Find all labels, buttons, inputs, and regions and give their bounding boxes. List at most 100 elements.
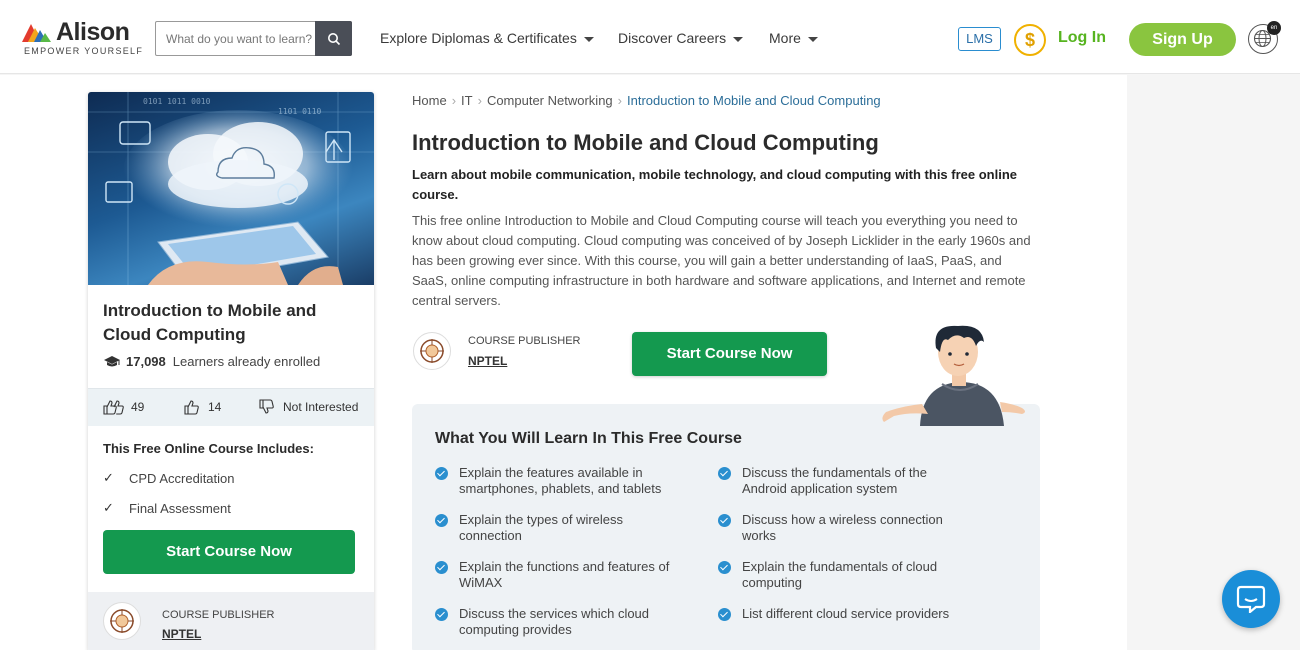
- cloud-computing-illustration: 0101 1011 0010 1101 0110: [88, 92, 374, 285]
- search-button[interactable]: [315, 21, 352, 56]
- check-circle-icon: [435, 608, 448, 621]
- nav-explore-diplomas-label: Explore Diplomas & Certificates: [380, 30, 577, 46]
- learning-outcome-item: Explain the features available in smartp…: [435, 465, 685, 497]
- learning-outcome-text: Explain the functions and features of Wi…: [459, 559, 670, 590]
- chat-bubble-icon: [1236, 585, 1266, 613]
- nav-explore-diplomas[interactable]: Explore Diplomas & Certificates: [380, 30, 594, 46]
- check-circle-icon: [435, 514, 448, 527]
- enrolled-number: 17,098: [126, 354, 166, 369]
- signup-button[interactable]: Sign Up: [1129, 23, 1236, 56]
- like-count: 14: [208, 400, 222, 414]
- chevron-down-icon: [583, 36, 594, 42]
- nav-discover-careers[interactable]: Discover Careers: [618, 30, 744, 46]
- alison-logo-icon: [22, 24, 51, 42]
- publisher-label: COURSE PUBLISHER: [468, 335, 581, 347]
- enrolled-count: 17,098 Learners already enrolled: [103, 354, 320, 369]
- start-course-button[interactable]: Start Course Now: [632, 332, 827, 376]
- nptel-logo[interactable]: [413, 332, 451, 370]
- learning-outcome-item: Explain the types of wireless connection: [435, 512, 685, 544]
- breadcrumb-chevron-icon: ›: [617, 93, 622, 108]
- breadcrumb-chevron-icon: ›: [451, 93, 457, 108]
- like-button[interactable]: 14: [184, 399, 221, 415]
- learning-outcomes-title: What You Will Learn In This Free Course: [435, 430, 742, 447]
- card-publisher-name[interactable]: NPTEL: [162, 627, 201, 641]
- graduation-cap-icon: [104, 355, 120, 366]
- course-card: 0101 1011 0010 1101 0110 Introduction to…: [88, 92, 374, 650]
- lms-button[interactable]: LMS: [958, 27, 1001, 51]
- nptel-emblem-icon: [420, 339, 444, 363]
- check-circle-icon: [435, 561, 448, 574]
- logo-tagline: EMPOWER YOURSELF: [24, 46, 144, 56]
- learning-outcome-text: Discuss the services which cloud computi…: [459, 606, 650, 637]
- include-item: ✓ CPD Accreditation: [103, 470, 235, 486]
- breadcrumb-home[interactable]: Home: [412, 93, 447, 108]
- learning-outcome-item: Discuss the fundamentals of the Android …: [718, 465, 968, 497]
- includes-heading: This Free Online Course Includes:: [103, 441, 314, 456]
- checkmark-icon: ✓: [103, 500, 114, 515]
- course-description: This free online Introduction to Mobile …: [412, 213, 1031, 308]
- enrolled-label: Learners already enrolled: [172, 354, 321, 369]
- course-hero-image: 0101 1011 0010 1101 0110: [88, 92, 374, 285]
- login-link[interactable]: Log In: [1058, 29, 1106, 47]
- svg-text:0101 1011 0010: 0101 1011 0010: [143, 97, 211, 106]
- student-illustration: [882, 325, 1025, 426]
- not-interested-label: Not Interested: [283, 400, 359, 414]
- check-circle-icon: [718, 514, 731, 527]
- nav-discover-careers-label: Discover Careers: [618, 30, 727, 46]
- alison-logo[interactable]: Alison EMPOWER YOURSELF: [22, 18, 152, 58]
- learning-outcome-text: Discuss the fundamentals of the Android …: [742, 465, 927, 496]
- nptel-emblem-icon: [110, 609, 134, 633]
- search-icon: [327, 32, 340, 45]
- breadcrumb-current: Introduction to Mobile and Cloud Computi…: [627, 93, 881, 108]
- card-course-title: Introduction to Mobile and Cloud Computi…: [103, 301, 317, 344]
- learning-outcome-item: Discuss how a wireless connection works: [718, 512, 968, 544]
- check-circle-icon: [718, 561, 731, 574]
- card-publisher: COURSE PUBLISHER NPTEL: [88, 592, 374, 650]
- course-lead: Learn about mobile communication, mobile…: [412, 167, 1018, 202]
- check-circle-icon: [718, 608, 731, 621]
- page-title: Introduction to Mobile and Cloud Computi…: [412, 130, 879, 155]
- double-like-count: 49: [131, 400, 145, 414]
- publisher-name[interactable]: NPTEL: [468, 354, 507, 368]
- breadcrumb-networking[interactable]: Computer Networking: [487, 93, 613, 108]
- search-input[interactable]: [156, 22, 316, 55]
- nav-more[interactable]: More: [769, 30, 818, 46]
- learning-outcome-text: Explain the fundamentals of cloud comput…: [742, 559, 938, 590]
- dollar-coin-icon[interactable]: $: [1014, 24, 1046, 56]
- check-circle-icon: [718, 467, 731, 480]
- learning-outcomes-box: What You Will Learn In This Free Course …: [412, 404, 1040, 650]
- search-box: [155, 21, 352, 56]
- thumbs-down-icon: [259, 399, 274, 414]
- include-item-label: CPD Accreditation: [129, 470, 235, 486]
- learning-outcome-text: Discuss how a wireless connection works: [742, 512, 943, 543]
- breadcrumb-it[interactable]: IT: [461, 93, 473, 108]
- include-item: ✓ Final Assessment: [103, 500, 231, 516]
- checkmark-icon: ✓: [103, 470, 114, 485]
- breadcrumb: Home › IT › Computer Networking › Introduction…: [412, 93, 881, 108]
- logo-name: Alison: [56, 18, 130, 46]
- not-interested-button[interactable]: Not Interested: [259, 399, 358, 415]
- check-circle-icon: [435, 467, 448, 480]
- top-header: Alison EMPOWER YOURSELF Explore Diplomas…: [0, 0, 1300, 74]
- card-start-course-button[interactable]: Start Course Now: [103, 530, 355, 574]
- learning-outcome-item: List different cloud service providers: [718, 606, 968, 622]
- learning-outcome-text: List different cloud service providers: [742, 606, 950, 621]
- learning-outcome-text: Explain the types of wireless connection: [459, 512, 624, 543]
- nav-more-label: More: [769, 30, 801, 46]
- include-item-label: Final Assessment: [129, 500, 231, 516]
- double-like-button[interactable]: 49: [103, 399, 144, 415]
- learning-outcome-item: Explain the fundamentals of cloud comput…: [718, 559, 968, 591]
- chevron-down-icon: [807, 36, 818, 42]
- learning-outcome-item: Explain the functions and features of Wi…: [435, 559, 685, 591]
- thumbs-up-icon: [184, 400, 199, 415]
- double-thumbs-up-icon: [103, 400, 124, 415]
- card-publisher-label: COURSE PUBLISHER: [162, 609, 275, 621]
- learning-outcome-item: Discuss the services which cloud computi…: [435, 606, 685, 638]
- language-badge: en: [1267, 21, 1281, 35]
- chat-launcher-button[interactable]: [1222, 570, 1280, 628]
- course-reactions-bar: 49 14 Not Interested: [88, 388, 374, 426]
- chevron-down-icon: [733, 36, 744, 42]
- nptel-logo[interactable]: [103, 602, 141, 640]
- language-globe-button[interactable]: en: [1248, 21, 1281, 54]
- svg-text:1101 0110: 1101 0110: [278, 107, 322, 116]
